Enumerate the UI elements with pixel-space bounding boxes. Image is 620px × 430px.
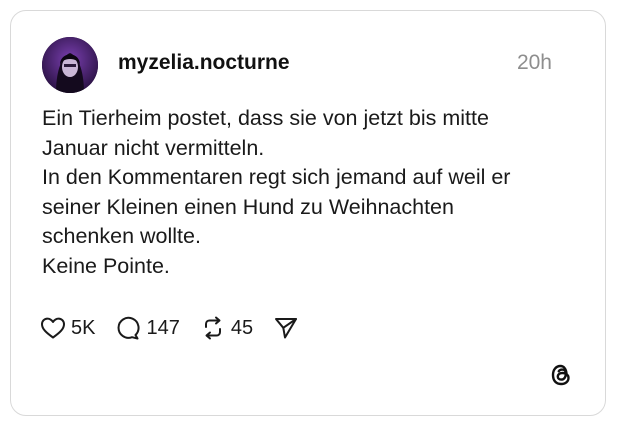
username[interactable]: myzelia.nocturne [118, 51, 290, 75]
post-body: Ein Tierheim postet, dass sie von jetzt … [42, 104, 582, 281]
repost-count: 45 [230, 316, 254, 339]
post-card: myzelia.nocturne 20h Ein Tierheim postet… [10, 10, 606, 416]
post-text-line: In den Kommentaren regt sich jemand auf … [42, 165, 511, 189]
like-count: 5K [71, 316, 96, 339]
threads-logo-icon [547, 361, 575, 389]
post-text-line: Januar nicht vermitteln. [42, 135, 265, 160]
post-text-line: Keine Pointe. [42, 253, 170, 278]
action-bar: 5K 147 45 [40, 313, 319, 343]
avatar[interactable] [42, 37, 98, 93]
post-text-line: seiner Kleinen einen Hund zu Weihnachten [42, 194, 454, 219]
comment-bubble-icon [115, 316, 141, 340]
comment-button[interactable]: 147 [115, 316, 180, 340]
repost-icon [200, 316, 226, 340]
comment-count: 147 [146, 316, 180, 339]
heart-icon [40, 316, 66, 340]
send-icon [273, 316, 299, 340]
repost-button[interactable]: 45 [200, 316, 253, 340]
post-text-line: schenken wollte. [42, 224, 201, 248]
post-timestamp: 20h [516, 51, 552, 74]
like-button[interactable]: 5K [40, 316, 95, 340]
share-button[interactable] [273, 316, 299, 340]
post-text-line: Ein Tierheim postet, dass sie von jetzt … [42, 106, 489, 130]
